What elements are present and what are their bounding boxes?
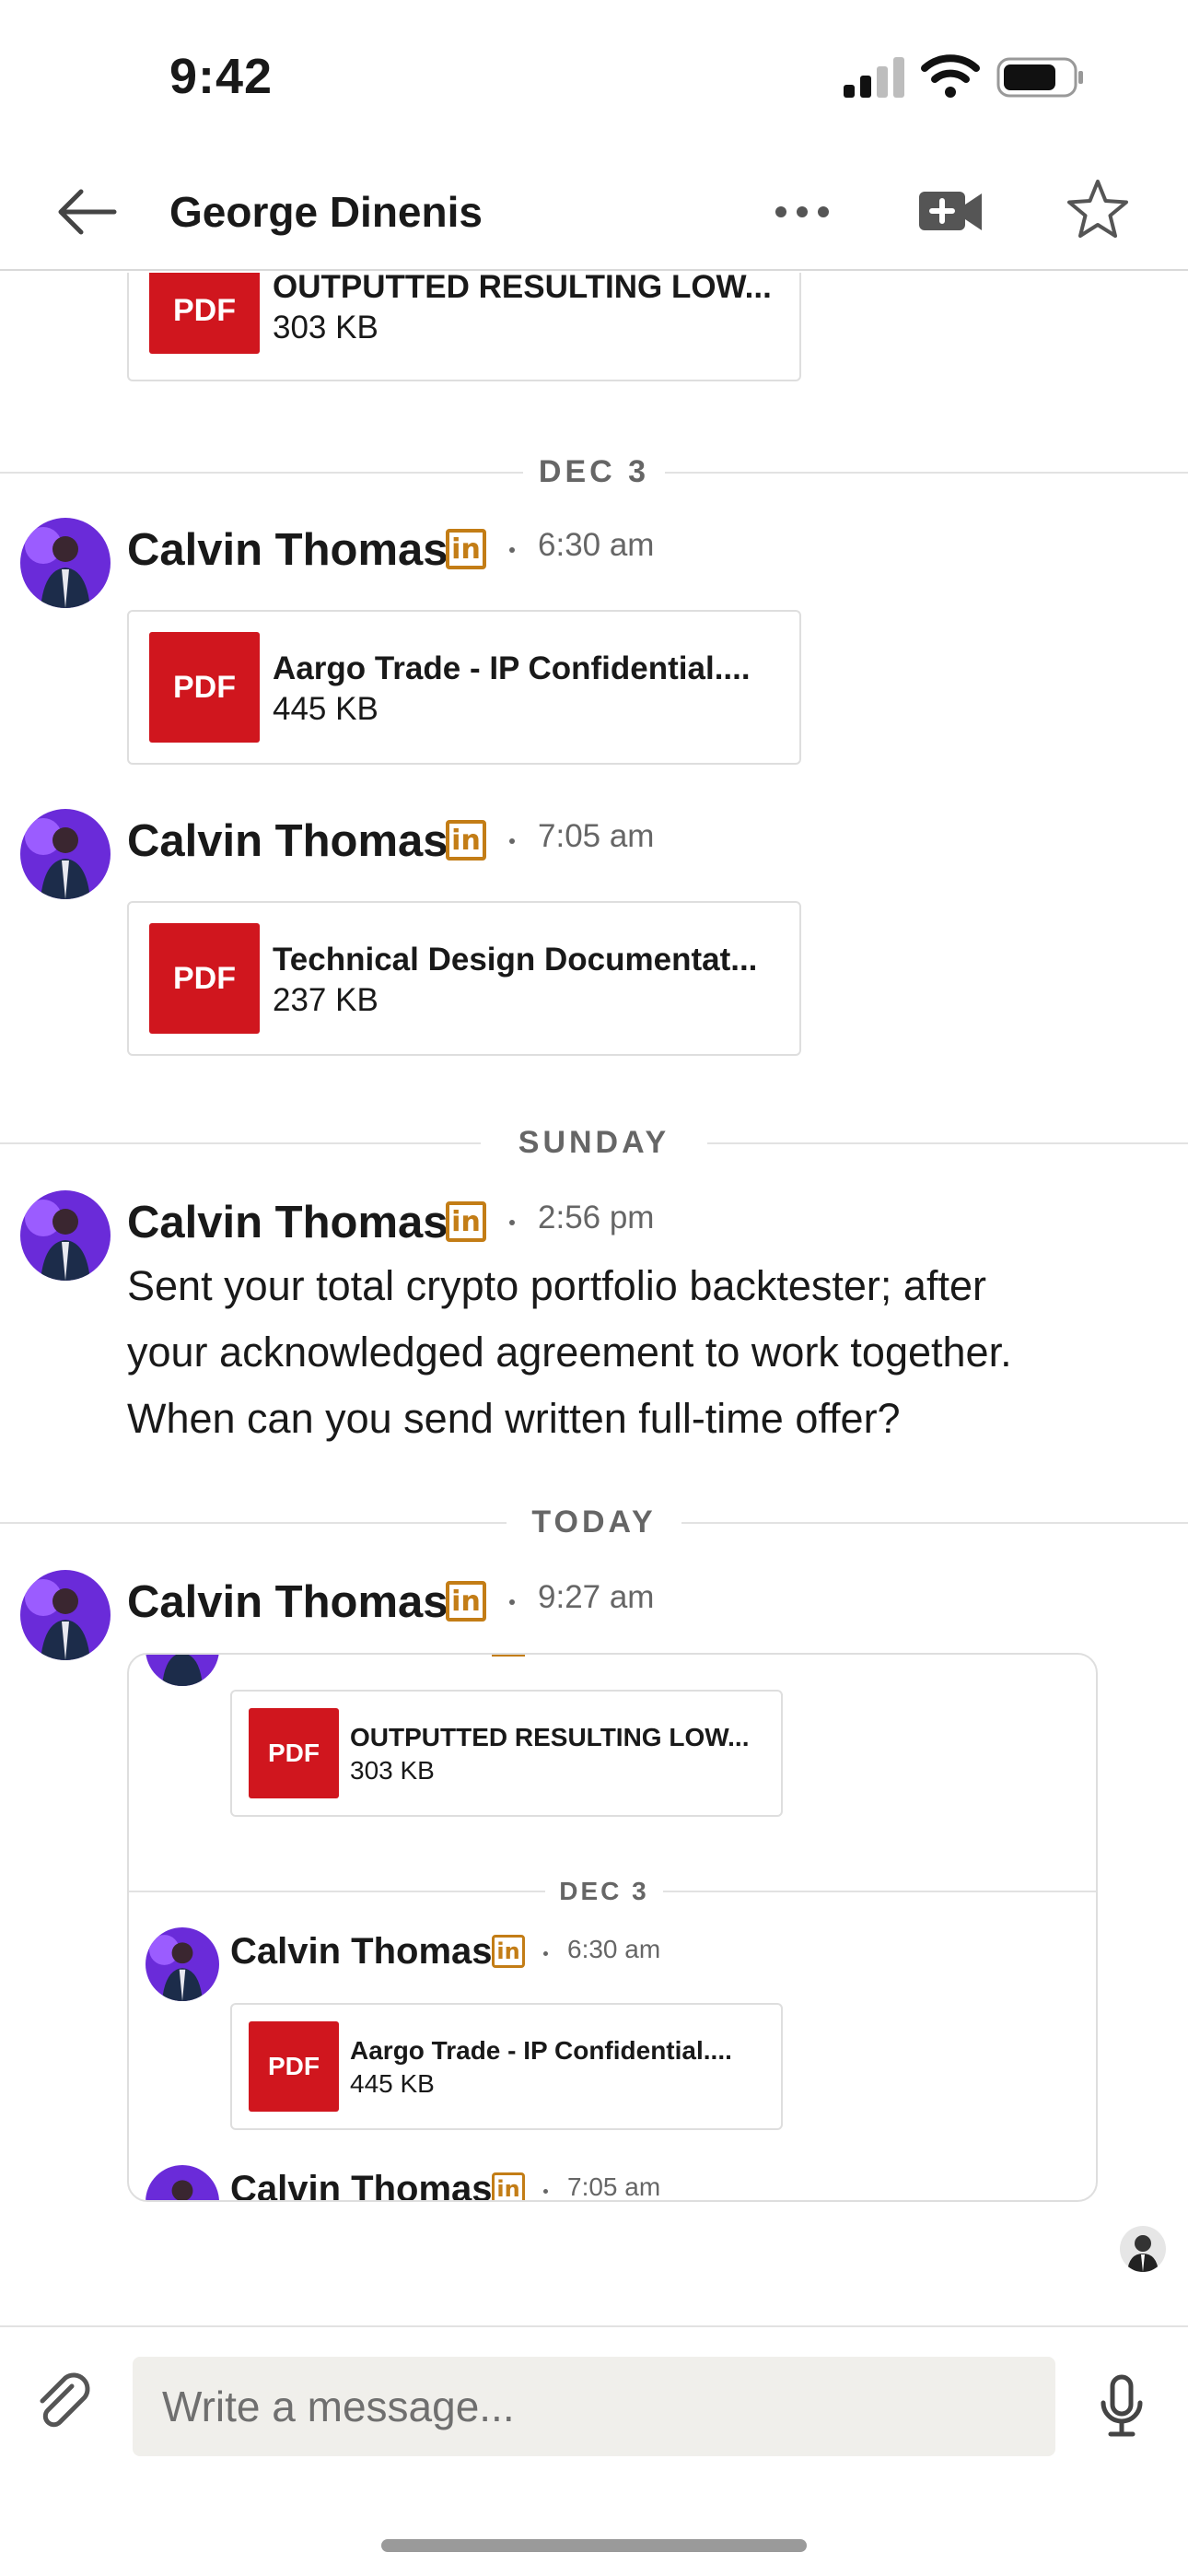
file-attachment[interactable]: PDF Technical Design Documentat... 237 K…	[127, 901, 801, 1056]
avatar[interactable]	[20, 809, 111, 899]
linkedin-premium-badge-icon: in	[446, 529, 486, 569]
sender-name: Calvin Thomas	[230, 2169, 493, 2202]
conversation-header: George Dinenis	[0, 157, 1188, 271]
status-bar: 9:42	[0, 0, 1188, 157]
badge-fragment	[492, 1655, 525, 1657]
file-name: OUTPUTTED RESULTING LOW...	[273, 273, 772, 305]
file-attachment: PDF OUTPUTTED RESULTING LOW... 303 KB	[230, 1690, 783, 1817]
sender-name[interactable]: Calvin Thomas	[127, 811, 448, 872]
message-time: 2:56 pm	[538, 1200, 655, 1235]
conversation-title[interactable]: George Dinenis	[169, 182, 483, 241]
linkedin-premium-badge-icon: in	[446, 1201, 486, 1242]
file-name: Aargo Trade - IP Confidential....	[273, 650, 751, 686]
video-call-icon[interactable]	[917, 181, 984, 243]
date-divider-label: SUNDAY	[481, 1124, 707, 1161]
linkedin-premium-badge-icon: in	[446, 1581, 486, 1622]
message-input[interactable]	[133, 2357, 1055, 2456]
message-time: 6:30 am	[538, 527, 655, 563]
separator-dot	[509, 547, 515, 553]
linkedin-premium-badge-icon: in	[446, 820, 486, 861]
avatar[interactable]	[20, 1190, 111, 1281]
person-avatar-icon	[146, 1655, 219, 1686]
more-options-icon[interactable]	[770, 184, 834, 240]
message-time: 9:27 am	[538, 1579, 655, 1615]
message-time: 7:05 am	[567, 2172, 661, 2201]
read-receipt-avatar	[1120, 2226, 1166, 2272]
sender-name[interactable]: Calvin Thomas	[127, 1572, 448, 1633]
wifi-icon	[921, 54, 980, 98]
message-text[interactable]: Sent your total crypto portfolio backtes…	[127, 1253, 1159, 1452]
separator-dot	[509, 1220, 515, 1225]
file-attachment: PDF Aargo Trade - IP Confidential.... 44…	[230, 2003, 783, 2130]
avatar[interactable]	[20, 518, 111, 608]
pdf-icon: PDF	[249, 2021, 339, 2112]
person-avatar-icon	[146, 1927, 219, 2001]
file-attachment[interactable]: PDF OUTPUTTED RESULTING LOW... 303 KB	[127, 273, 801, 381]
avatar	[146, 2165, 219, 2200]
person-avatar-icon	[20, 1190, 111, 1281]
back-arrow-icon[interactable]	[53, 182, 120, 241]
sender-name[interactable]: Calvin Thomas	[127, 520, 448, 580]
sender-name[interactable]: Calvin Thomas	[127, 1192, 448, 1253]
sender-name: Calvin Thomas	[230, 1931, 493, 1972]
file-name: Technical Design Documentat...	[273, 942, 758, 978]
message-composer	[0, 2325, 1188, 2456]
message-time: 6:30 am	[567, 1935, 661, 1963]
date-divider-label: TODAY	[507, 1504, 681, 1540]
message-text-line: Sent your total crypto portfolio backtes…	[127, 1262, 986, 1309]
home-indicator[interactable]	[381, 2539, 807, 2552]
shared-image-preview[interactable]: PDF OUTPUTTED RESULTING LOW... 303 KB DE…	[127, 1653, 1098, 2202]
avatar	[146, 1927, 219, 2001]
pdf-icon: PDF	[149, 273, 260, 354]
file-size: 303 KB	[350, 1756, 435, 1785]
pdf-icon: PDF	[249, 1708, 339, 1798]
status-time: 9:42	[169, 49, 274, 104]
separator-dot	[543, 2189, 548, 2194]
pdf-icon: PDF	[149, 923, 260, 1034]
message-time: 7:05 am	[538, 818, 655, 854]
paperclip-icon[interactable]	[33, 2371, 96, 2434]
avatar[interactable]	[20, 1570, 111, 1660]
avatar	[146, 1655, 219, 1686]
date-divider-label: DEC 3	[545, 1876, 663, 1907]
file-name: Aargo Trade - IP Confidential....	[350, 2036, 732, 2065]
file-size: 303 KB	[273, 310, 379, 345]
file-size: 445 KB	[273, 691, 379, 727]
pdf-icon: PDF	[149, 632, 260, 743]
file-size: 445 KB	[350, 2069, 435, 2098]
person-avatar-icon	[20, 518, 111, 608]
message-text-line: When can you send written full-time offe…	[127, 1395, 901, 1442]
separator-dot	[509, 838, 515, 844]
person-avatar-icon	[20, 1570, 111, 1660]
battery-icon	[996, 57, 1083, 98]
linkedin-premium-badge-icon: in	[492, 2172, 525, 2200]
separator-dot	[543, 1951, 548, 1956]
linkedin-premium-badge-icon: in	[492, 1935, 525, 1968]
microphone-icon[interactable]	[1096, 2373, 1147, 2440]
message-feed[interactable]: PDF OUTPUTTED RESULTING LOW... 303 KB DE…	[0, 273, 1188, 2324]
star-icon[interactable]	[1065, 177, 1131, 243]
separator-dot	[509, 1599, 515, 1605]
file-size: 237 KB	[273, 982, 379, 1018]
person-avatar-icon	[20, 809, 111, 899]
date-divider-label: DEC 3	[523, 453, 665, 490]
person-avatar-icon	[1120, 2226, 1166, 2272]
file-attachment[interactable]: PDF Aargo Trade - IP Confidential.... 44…	[127, 610, 801, 765]
cellular-signal-icon	[844, 57, 904, 98]
file-name: OUTPUTTED RESULTING LOW...	[350, 1723, 750, 1751]
person-avatar-icon	[146, 2165, 219, 2200]
message-text-line: your acknowledged agreement to work toge…	[127, 1329, 1012, 1376]
